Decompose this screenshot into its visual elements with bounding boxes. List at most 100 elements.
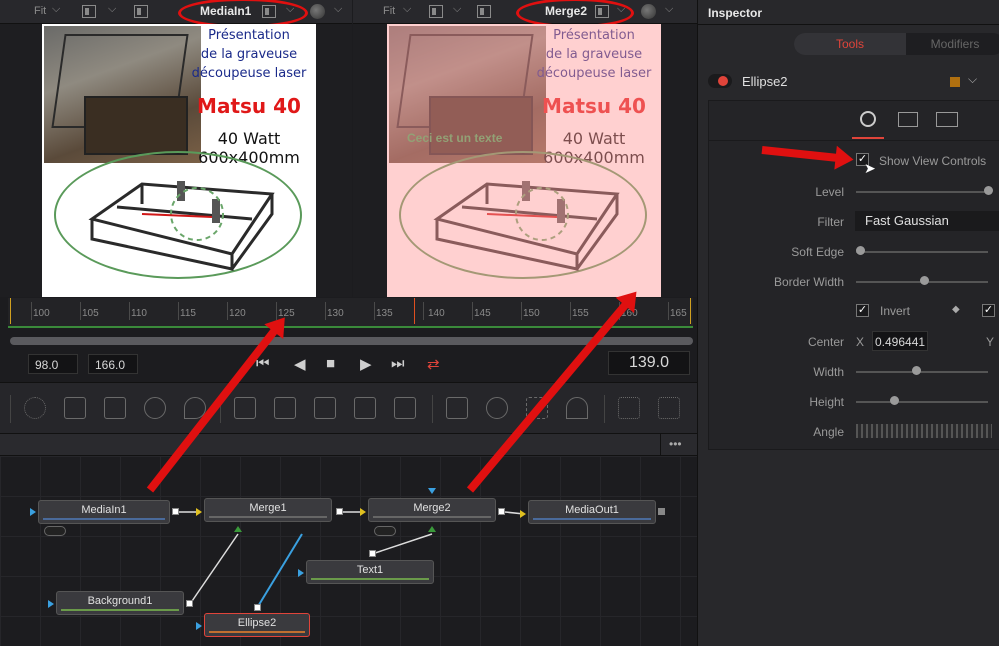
slide-title-line1: Présentation bbox=[553, 28, 635, 43]
node-mediain1[interactable]: MediaIn1 bbox=[38, 500, 170, 524]
output-port[interactable] bbox=[658, 508, 665, 515]
step-back-icon[interactable]: ◀ bbox=[294, 355, 306, 373]
soft-edge-slider-handle[interactable] bbox=[856, 246, 865, 255]
tool-enabled-toggle[interactable] bbox=[708, 74, 732, 88]
go-to-end-icon[interactable]: ⏭ bbox=[391, 355, 405, 372]
color-channel-icon[interactable] bbox=[641, 4, 656, 19]
controls-tab-icon[interactable] bbox=[860, 111, 876, 127]
soft-edge-slider[interactable] bbox=[856, 251, 988, 253]
tool-color-swatch[interactable] bbox=[950, 77, 960, 87]
current-frame-field[interactable]: 139.0 bbox=[608, 351, 690, 375]
particles-tool-icon[interactable] bbox=[24, 397, 46, 419]
particle-emitter-icon[interactable] bbox=[618, 397, 640, 419]
viewer-right-frame: Présentation de la graveuse découpeuse l… bbox=[387, 24, 661, 297]
node-thumbnail-toggle[interactable] bbox=[44, 526, 66, 536]
foreground-port-icon[interactable] bbox=[234, 526, 242, 532]
color-curves-tool-icon[interactable] bbox=[104, 397, 126, 419]
height-slider[interactable] bbox=[856, 401, 988, 403]
node-ellipse2[interactable]: Ellipse2 bbox=[204, 613, 310, 637]
node-background1[interactable]: Background1 bbox=[56, 591, 184, 615]
height-slider-handle[interactable] bbox=[890, 396, 899, 405]
input-port-icon[interactable] bbox=[48, 600, 54, 608]
view-layout-icon[interactable] bbox=[477, 5, 491, 18]
render-end-field[interactable]: 166.0 bbox=[88, 354, 138, 374]
channel-booleans-tool-icon[interactable] bbox=[274, 397, 296, 419]
chevron-down-icon[interactable]: ⌵ bbox=[453, 3, 461, 16]
level-slider[interactable] bbox=[856, 191, 988, 193]
color-channel-icon[interactable] bbox=[310, 4, 325, 19]
keyframe-diamond-icon[interactable]: ◆ bbox=[952, 304, 960, 315]
play-icon[interactable]: ▶ bbox=[360, 355, 372, 373]
render-start-field[interactable]: 98.0 bbox=[28, 354, 78, 374]
node-text1[interactable]: Text1 bbox=[306, 560, 434, 584]
chevron-down-icon[interactable]: ⌵ bbox=[968, 72, 977, 87]
node-merge2[interactable]: Merge2 bbox=[368, 498, 496, 522]
input-port-icon[interactable] bbox=[196, 508, 202, 516]
view-layout-icon[interactable] bbox=[82, 5, 96, 18]
width-slider-handle[interactable] bbox=[912, 366, 921, 375]
resize-tool-icon[interactable] bbox=[354, 397, 376, 419]
viewer-left[interactable]: Présentation de la graveuse découpeuse l… bbox=[0, 24, 352, 297]
particle-render-icon[interactable] bbox=[658, 397, 680, 419]
brightness-tool-icon[interactable] bbox=[144, 397, 166, 419]
output-port[interactable] bbox=[369, 550, 376, 557]
tab-tools[interactable]: Tools bbox=[794, 33, 906, 55]
chevron-down-icon[interactable]: ⌵ bbox=[52, 3, 60, 16]
corner-pin-tool-icon[interactable] bbox=[394, 397, 416, 419]
solid-checkbox[interactable]: ✓ bbox=[982, 304, 995, 317]
viewer-right[interactable]: Présentation de la graveuse découpeuse l… bbox=[353, 24, 697, 297]
playhead[interactable] bbox=[414, 298, 415, 324]
node-editor-canvas[interactable]: MediaIn1 Merge1 Merge2 MediaOut1 Text1 B… bbox=[0, 456, 697, 646]
chevron-down-icon[interactable]: ⌵ bbox=[334, 3, 342, 16]
text-overlay: Ceci est un texte bbox=[407, 131, 503, 145]
background-tool-icon[interactable] bbox=[64, 397, 86, 419]
fit-dropdown-left[interactable]: Fit bbox=[34, 5, 46, 17]
chevron-down-icon[interactable]: ⌵ bbox=[108, 3, 116, 16]
chevron-down-icon[interactable]: ⌵ bbox=[403, 3, 411, 16]
node-mediaout1[interactable]: MediaOut1 bbox=[528, 500, 656, 524]
border-width-slider-handle[interactable] bbox=[920, 276, 929, 285]
width-slider[interactable] bbox=[856, 371, 988, 373]
ruler-tick bbox=[668, 302, 669, 320]
merge-tool-icon[interactable] bbox=[234, 397, 256, 419]
laser-machine-drawing bbox=[88, 181, 275, 271]
output-port[interactable] bbox=[254, 604, 261, 611]
output-port[interactable] bbox=[186, 600, 193, 607]
stop-icon[interactable]: ■ bbox=[326, 355, 335, 372]
inspector-tabs: Tools Modifiers bbox=[794, 33, 999, 55]
timeline-ruler[interactable]: 100 105 110 115 120 125 130 135 140 145 … bbox=[8, 298, 693, 328]
ruler-tick bbox=[178, 302, 179, 320]
input-port-icon[interactable] bbox=[196, 622, 202, 630]
output-port[interactable] bbox=[336, 508, 343, 515]
filter-dropdown[interactable]: Fast Gaussian bbox=[855, 211, 999, 231]
bspline-mask-icon[interactable] bbox=[566, 397, 588, 419]
ellipse-mask-icon[interactable] bbox=[486, 397, 508, 419]
view-layout-icon[interactable] bbox=[134, 5, 148, 18]
inspector-panel: Inspector Tools Modifiers Ellipse2 ⌵ ✓ S… bbox=[697, 0, 999, 646]
settings-tab-icon[interactable] bbox=[936, 112, 958, 127]
node-thumbnail-toggle[interactable] bbox=[374, 526, 396, 536]
level-slider-handle[interactable] bbox=[984, 186, 993, 195]
tab-modifiers[interactable]: Modifiers bbox=[906, 33, 999, 55]
angle-thumbwheel[interactable] bbox=[856, 424, 992, 438]
rectangle-mask-icon[interactable] bbox=[446, 397, 468, 419]
input-port-icon[interactable] bbox=[30, 508, 36, 516]
input-port-icon[interactable] bbox=[520, 510, 526, 518]
invert-checkbox[interactable]: ✓ bbox=[856, 304, 869, 317]
show-view-controls-label: Show View Controls bbox=[879, 154, 987, 168]
view-layout-icon[interactable] bbox=[429, 5, 443, 18]
image-tab-icon[interactable] bbox=[898, 112, 918, 127]
input-port-icon[interactable] bbox=[360, 508, 366, 516]
options-menu-icon[interactable]: ••• bbox=[669, 437, 682, 451]
output-port[interactable] bbox=[172, 508, 179, 515]
foreground-port-icon[interactable] bbox=[428, 526, 436, 532]
input-port-icon[interactable] bbox=[298, 569, 304, 577]
loop-icon[interactable]: ⇄ bbox=[427, 355, 440, 373]
center-x-field[interactable]: 0.496441 bbox=[872, 331, 928, 351]
chevron-down-icon[interactable]: ⌵ bbox=[665, 3, 673, 16]
node-merge1[interactable]: Merge1 bbox=[204, 498, 332, 522]
effect-mask-port-icon[interactable] bbox=[428, 488, 436, 494]
transform-tool-icon[interactable] bbox=[314, 397, 336, 419]
fit-dropdown-right[interactable]: Fit bbox=[383, 5, 395, 17]
output-port[interactable] bbox=[498, 508, 505, 515]
